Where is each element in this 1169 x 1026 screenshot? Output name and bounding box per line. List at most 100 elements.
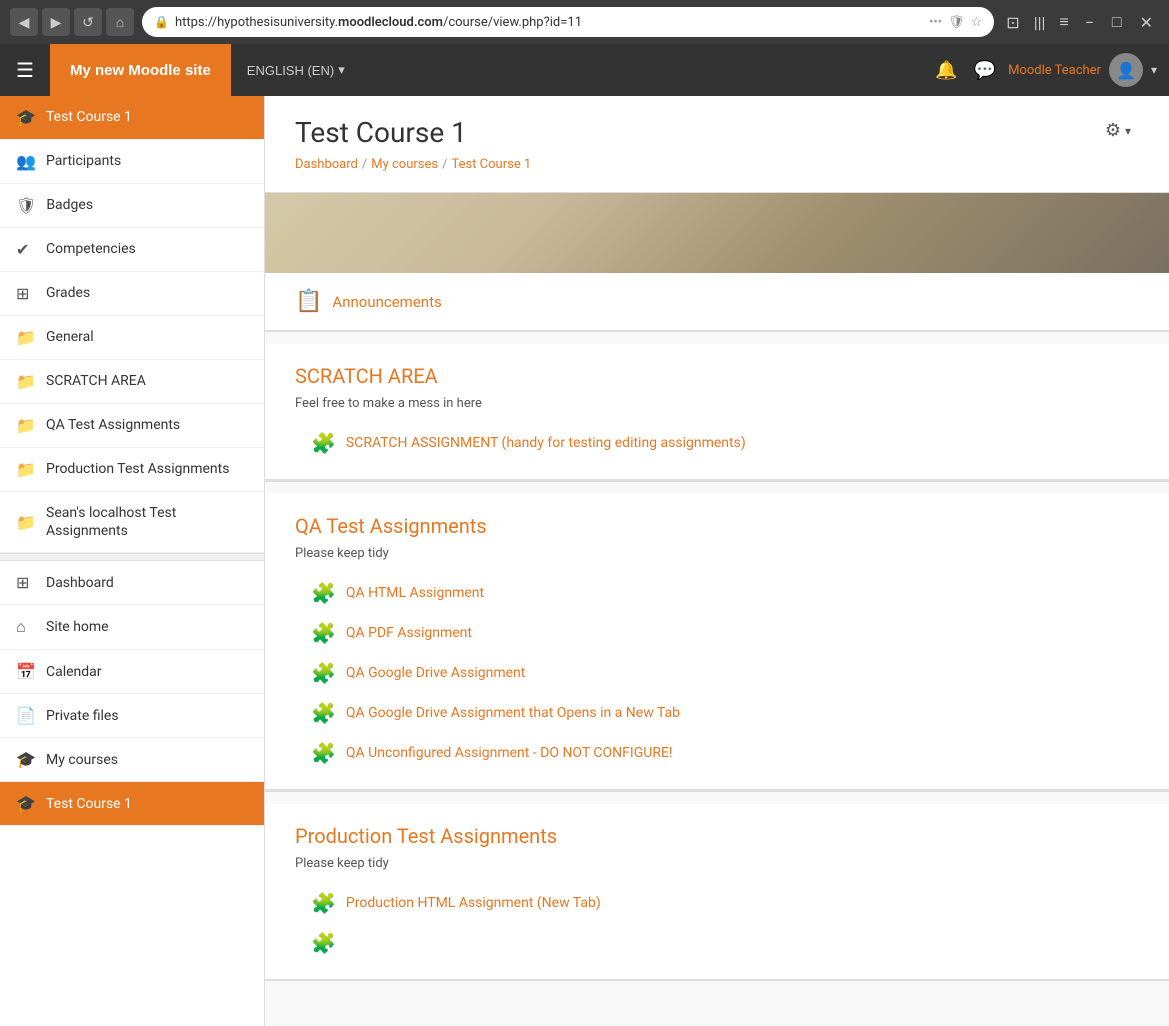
qa-test-assignments-section: QA Test Assignments Please keep tidy 🧩 Q… (265, 494, 1169, 791)
sidebar-item-label: SCRATCH AREA (46, 372, 146, 390)
qa-activity-5[interactable]: 🧩 QA Unconfigured Assignment - DO NOT CO… (265, 733, 1169, 773)
language-chevron-icon: ▾ (338, 62, 345, 78)
sidebar-item-grades[interactable]: ⊞ Grades (0, 272, 264, 316)
main-layout: 🎓 Test Course 1 👥 Participants 🛡 Badges … (0, 96, 1169, 1026)
more-options-icon[interactable]: ••• (929, 15, 942, 30)
sidebar-item-label: Dashboard (46, 574, 114, 592)
production-activity-2[interactable]: 🧩 (265, 923, 1169, 963)
reload-button[interactable]: ↺ (74, 8, 102, 36)
puzzle-icon-6: 🧩 (311, 741, 336, 765)
sidebar-item-label: Private files (46, 707, 119, 725)
sidebar-item-private-files[interactable]: 📄 Private files (0, 694, 264, 738)
sidebar-item-test-course-1-bottom[interactable]: 🎓 Test Course 1 (0, 782, 264, 826)
announcements-icon: 📋 (295, 289, 322, 314)
notification-button[interactable]: 🔔 (931, 56, 961, 85)
announcements-link[interactable]: Announcements (332, 293, 441, 311)
forward-button[interactable]: ▶ (42, 8, 70, 36)
production-html-assignment-link[interactable]: Production HTML Assignment (New Tab) (346, 895, 601, 911)
url-text: https://hypothesisuniversity.moodlecloud… (175, 15, 923, 30)
badge-icon: 🛡 (16, 196, 36, 215)
sidebar-item-calendar[interactable]: 📅 Calendar (0, 650, 264, 694)
maximize-icon[interactable]: □ (1106, 12, 1128, 32)
language-selector[interactable]: ENGLISH (EN) ▾ (231, 62, 361, 78)
scratch-area-subtitle: Feel free to make a mess in here (265, 392, 1169, 423)
message-button[interactable]: 💬 (970, 56, 1000, 85)
sidebar-item-dashboard[interactable]: ⊞ Dashboard (0, 561, 264, 605)
menu-icon[interactable]: ≡ (1055, 10, 1072, 34)
folder-icon-3: 📁 (16, 416, 36, 435)
qa-activity-2[interactable]: 🧩 QA PDF Assignment (265, 613, 1169, 653)
sidebar-item-general[interactable]: 📁 General (0, 316, 264, 360)
production-activity-1[interactable]: 🧩 Production HTML Assignment (New Tab) (265, 883, 1169, 923)
scratch-area-title: SCRATCH AREA (265, 344, 1169, 392)
shield-icon: 🛡 (948, 15, 965, 30)
production-test-assignments-subtitle: Please keep tidy (265, 852, 1169, 883)
course-title: Test Course 1 (295, 116, 531, 149)
sidebar: 🎓 Test Course 1 👥 Participants 🛡 Badges … (0, 96, 265, 1026)
course-header: Test Course 1 Dashboard / My courses / T… (265, 96, 1169, 193)
teacher-name-link[interactable]: Moodle Teacher (1008, 63, 1101, 78)
sidebar-item-label: Participants (46, 152, 121, 170)
sidebar-item-seans-localhost[interactable]: 📁 Sean's localhost Test Assignments (0, 492, 264, 553)
address-bar[interactable]: 🔒 https://hypothesisuniversity.moodleclo… (142, 7, 994, 37)
dashboard-icon: ⊞ (16, 573, 36, 592)
sidebar-item-label: Sean's localhost Test Assignments (46, 504, 248, 540)
qa-activity-3[interactable]: 🧩 QA Google Drive Assignment (265, 653, 1169, 693)
sidebar-item-competencies[interactable]: ✔ Competencies (0, 228, 264, 272)
star-icon[interactable]: ☆ (971, 15, 983, 30)
announcements-section: 📋 Announcements (265, 273, 1169, 331)
minimize-icon[interactable]: − (1079, 13, 1100, 32)
breadcrumb-dashboard[interactable]: Dashboard (295, 157, 358, 172)
breadcrumb-current[interactable]: Test Course 1 (451, 157, 531, 172)
grades-icon: ⊞ (16, 284, 36, 303)
close-icon[interactable]: ✕ (1134, 13, 1159, 32)
qa-activity-1[interactable]: 🧩 QA HTML Assignment (265, 573, 1169, 613)
qa-googledrive-assignment-link[interactable]: QA Google Drive Assignment (346, 665, 525, 681)
home-icon: ⌂ (16, 617, 36, 637)
scratch-area-section: SCRATCH AREA Feel free to make a mess in… (265, 344, 1169, 481)
screen-icon[interactable]: ⊡ (1002, 11, 1023, 34)
sidebar-item-site-home[interactable]: ⌂ Site home (0, 605, 264, 650)
scratch-activity-1[interactable]: 🧩 SCRATCH ASSIGNMENT (handy for testing … (265, 423, 1169, 463)
folder-icon: 📁 (16, 328, 36, 347)
gear-button[interactable]: ⚙ ▾ (1097, 116, 1139, 145)
sidebar-item-label: Site home (46, 618, 109, 636)
puzzle-icon-7: 🧩 (311, 891, 336, 915)
bars-icon[interactable]: ||| (1030, 11, 1050, 34)
qa-pdf-assignment-link[interactable]: QA PDF Assignment (346, 625, 472, 641)
course-hero-image (265, 193, 1169, 273)
sidebar-divider (0, 553, 264, 561)
avatar-chevron-icon[interactable]: ▾ (1151, 63, 1157, 77)
home-button[interactable]: ⌂ (106, 8, 134, 36)
sidebar-item-test-course-1-top[interactable]: 🎓 Test Course 1 (0, 96, 264, 140)
sidebar-item-production-test-assignments[interactable]: 📁 Production Test Assignments (0, 448, 264, 492)
sidebar-item-badges[interactable]: 🛡 Badges (0, 184, 264, 228)
sidebar-item-qa-test-assignments[interactable]: 📁 QA Test Assignments (0, 404, 264, 448)
sidebar-item-my-courses[interactable]: 🎓 My courses (0, 738, 264, 782)
participants-icon: 👥 (16, 152, 36, 171)
course-content: 📋 Announcements SCRATCH AREA Feel free t… (265, 273, 1169, 981)
qa-html-assignment-link[interactable]: QA HTML Assignment (346, 585, 484, 601)
sidebar-item-scratch-area[interactable]: 📁 SCRATCH AREA (0, 360, 264, 404)
sidebar-item-label: QA Test Assignments (46, 416, 180, 434)
sidebar-item-label: Calendar (46, 663, 102, 681)
qa-activity-4[interactable]: 🧩 QA Google Drive Assignment that Opens … (265, 693, 1169, 733)
sidebar-item-label: Test Course 1 (46, 108, 132, 126)
lock-icon: 🔒 (154, 15, 169, 29)
hamburger-button[interactable]: ☰ (0, 44, 50, 96)
browser-chrome: ◀ ▶ ↺ ⌂ 🔒 https://hypothesisuniversity.m… (0, 0, 1169, 44)
breadcrumb-my-courses[interactable]: My courses (371, 157, 438, 172)
graduation-cap-icon: 🎓 (16, 108, 36, 127)
sidebar-item-participants[interactable]: 👥 Participants (0, 140, 264, 184)
my-courses-icon: 🎓 (16, 750, 36, 769)
avatar[interactable]: 👤 (1109, 53, 1143, 87)
gear-chevron-icon: ▾ (1125, 124, 1131, 138)
site-name-button[interactable]: My new Moodle site (50, 44, 231, 96)
sidebar-item-label: Test Course 1 (46, 795, 132, 813)
puzzle-icon-2: 🧩 (311, 581, 336, 605)
qa-unconfigured-link[interactable]: QA Unconfigured Assignment - DO NOT CONF… (346, 745, 673, 761)
scratch-assignment-link[interactable]: SCRATCH ASSIGNMENT (handy for testing ed… (346, 435, 746, 451)
qa-googledrive-newtab-link[interactable]: QA Google Drive Assignment that Opens in… (346, 705, 680, 721)
qa-test-assignments-subtitle: Please keep tidy (265, 542, 1169, 573)
back-button[interactable]: ◀ (10, 8, 38, 36)
